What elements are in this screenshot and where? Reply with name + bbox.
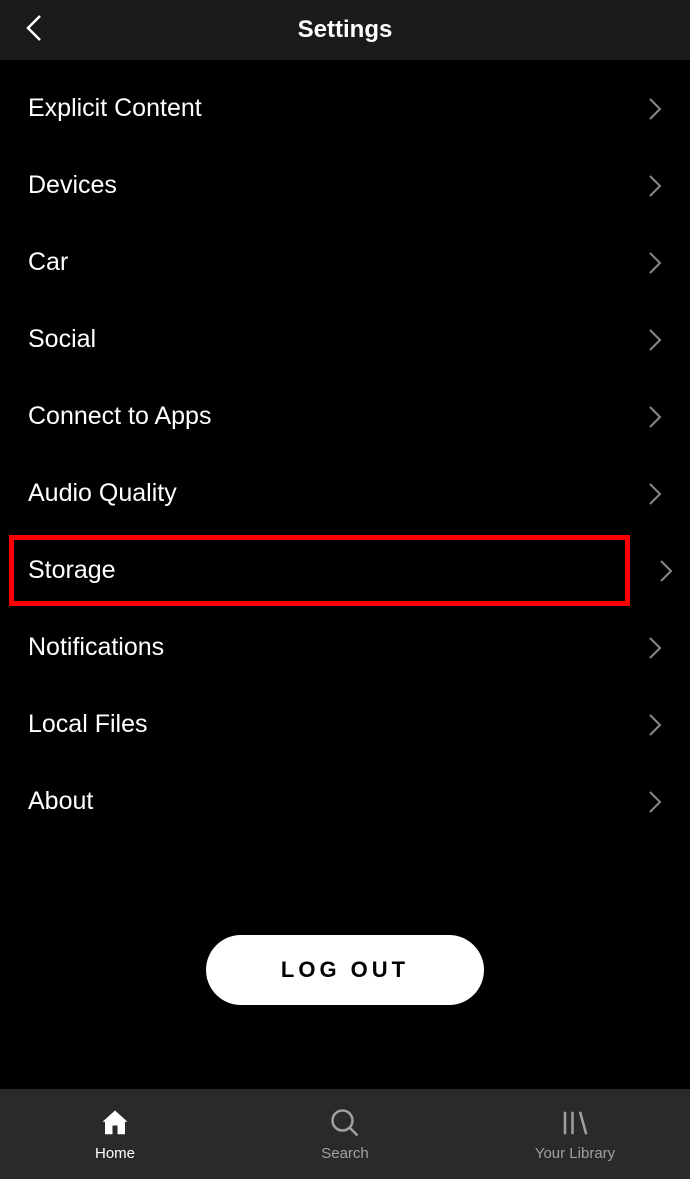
item-label: Storage [28, 556, 116, 585]
chevron-right-icon [648, 328, 662, 352]
item-label: Explicit Content [28, 94, 202, 123]
settings-item-storage[interactable]: Storage [6, 532, 633, 609]
back-button[interactable] [20, 15, 50, 45]
home-icon [100, 1107, 130, 1139]
settings-item-explicit-content[interactable]: Explicit Content [0, 70, 690, 147]
item-label: Notifications [28, 633, 164, 662]
item-label: Audio Quality [28, 479, 177, 508]
header: Settings [0, 0, 690, 60]
nav-label: Your Library [535, 1145, 615, 1162]
chevron-right-icon [648, 251, 662, 275]
settings-item-social[interactable]: Social [0, 301, 690, 378]
item-label: About [28, 787, 93, 816]
chevron-right-icon [659, 559, 673, 583]
chevron-right-icon [648, 97, 662, 121]
item-label: Devices [28, 171, 117, 200]
logout-container: LOG OUT [0, 935, 690, 1005]
nav-label: Home [95, 1145, 135, 1162]
item-label: Connect to Apps [28, 402, 211, 431]
logout-button[interactable]: LOG OUT [206, 935, 484, 1005]
settings-item-car[interactable]: Car [0, 224, 690, 301]
bottom-nav: Home Search Your Library [0, 1089, 690, 1179]
chevron-right-icon [648, 790, 662, 814]
settings-item-about[interactable]: About [0, 763, 690, 840]
settings-item-connect-to-apps[interactable]: Connect to Apps [0, 378, 690, 455]
settings-item-devices[interactable]: Devices [0, 147, 690, 224]
page-title: Settings [298, 16, 393, 44]
item-label: Car [28, 248, 68, 277]
nav-label: Search [321, 1145, 369, 1162]
nav-item-home[interactable]: Home [0, 1107, 230, 1162]
chevron-right-icon [648, 636, 662, 660]
settings-item-audio-quality[interactable]: Audio Quality [0, 455, 690, 532]
chevron-right-icon [648, 713, 662, 737]
item-label: Local Files [28, 710, 148, 739]
settings-item-notifications[interactable]: Notifications [0, 609, 690, 686]
settings-item-local-files[interactable]: Local Files [0, 686, 690, 763]
search-icon [330, 1107, 360, 1139]
item-label: Social [28, 325, 96, 354]
library-icon [560, 1107, 590, 1139]
settings-list: Explicit Content Devices Car Social Conn… [0, 60, 690, 1005]
nav-item-search[interactable]: Search [230, 1107, 460, 1162]
chevron-left-icon [25, 14, 45, 47]
chevron-right-icon [648, 174, 662, 198]
chevron-right-icon [648, 482, 662, 506]
chevron-right-icon [648, 405, 662, 429]
nav-item-your-library[interactable]: Your Library [460, 1107, 690, 1162]
